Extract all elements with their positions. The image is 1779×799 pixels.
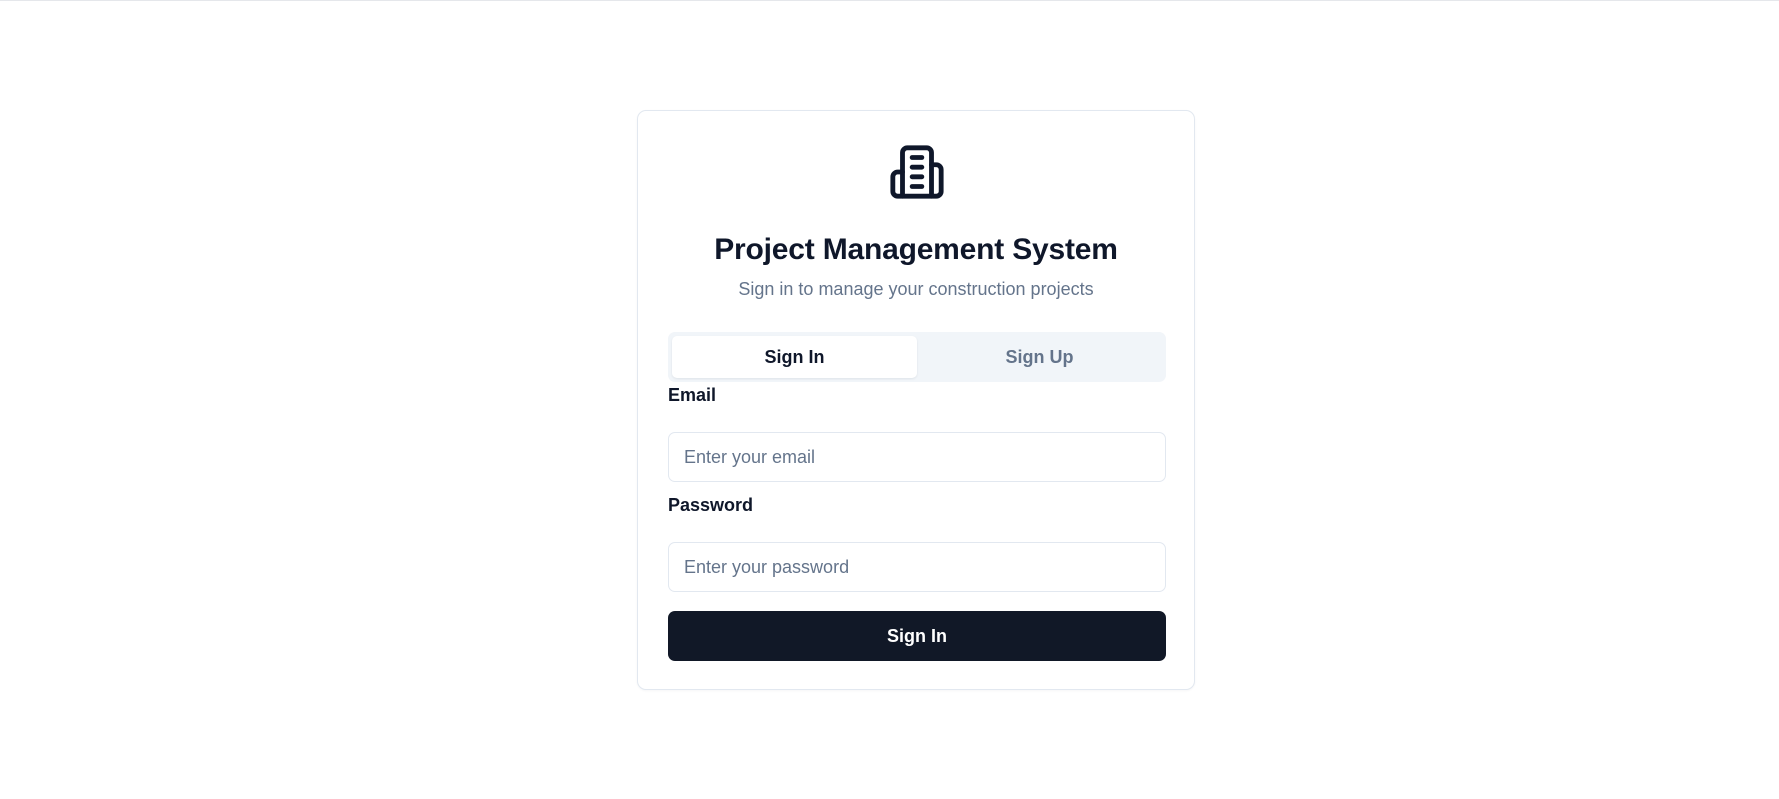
tab-sign-up[interactable]: Sign Up (917, 336, 1162, 378)
building-icon (888, 143, 946, 201)
password-input[interactable] (668, 542, 1166, 592)
email-label: Email (668, 385, 717, 405)
email-input[interactable] (668, 432, 1166, 482)
password-label: Password (668, 495, 754, 515)
auth-card: Project Management System Sign in to man… (637, 110, 1195, 690)
sign-in-button[interactable]: Sign In (668, 611, 1166, 661)
top-divider (0, 0, 1779, 1)
page-title: Project Management System (714, 233, 1118, 266)
auth-tabs: Sign In Sign Up (668, 332, 1166, 382)
page-subtitle: Sign in to manage your construction proj… (738, 279, 1094, 299)
tab-sign-in[interactable]: Sign In (672, 336, 917, 378)
